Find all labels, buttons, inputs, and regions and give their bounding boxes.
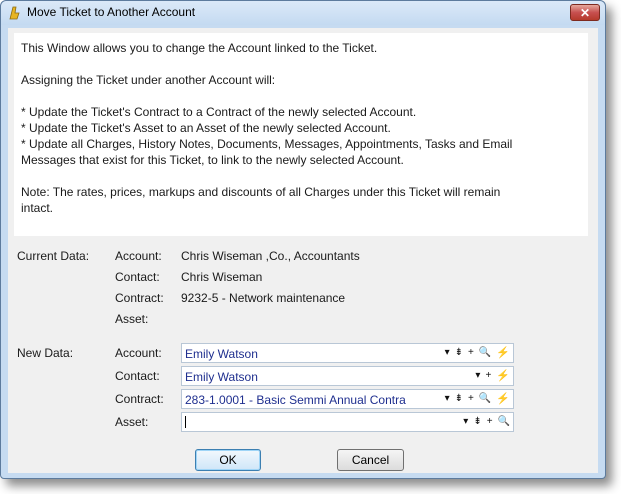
- new-data-label: New Data:: [17, 346, 74, 360]
- info-note-cont: intact.: [21, 201, 54, 215]
- dropdown-icon[interactable]: ▾: [445, 345, 450, 361]
- cancel-button[interactable]: Cancel: [337, 449, 404, 471]
- filter-icon[interactable]: ⇟: [455, 391, 463, 407]
- close-button[interactable]: ✕: [570, 4, 600, 21]
- search-icon[interactable]: 🔍: [479, 345, 491, 361]
- current-asset-label: Asset:: [115, 312, 149, 326]
- dropdown-icon[interactable]: ▾: [463, 414, 468, 430]
- quick-add-icon[interactable]: ⚡: [496, 345, 510, 361]
- dropdown-icon[interactable]: ▾: [475, 368, 480, 384]
- new-contract-value: 283-1.0001 - Basic Semmi Annual Contra: [185, 393, 406, 407]
- title-bar[interactable]: Move Ticket to Another Account ✕: [1, 1, 605, 25]
- close-icon: ✕: [579, 5, 591, 20]
- current-account-label: Account:: [115, 249, 162, 263]
- quick-add-icon[interactable]: ⚡: [496, 391, 510, 407]
- filter-icon[interactable]: ⇟: [455, 345, 463, 361]
- new-contract-label: Contract:: [115, 392, 164, 406]
- info-intro: This Window allows you to change the Acc…: [21, 41, 378, 55]
- current-contract-value: 9232-5 - Network maintenance: [181, 291, 346, 305]
- new-contact-label: Contact:: [115, 369, 160, 383]
- current-contract-label: Contract:: [115, 291, 164, 305]
- add-icon[interactable]: +: [487, 414, 493, 430]
- dropdown-icon[interactable]: ▾: [445, 391, 450, 407]
- new-account-value: Emily Watson: [185, 347, 258, 361]
- current-contact-value: Chris Wiseman: [181, 270, 263, 284]
- info-bullet-contract: * Update the Ticket's Contract to a Cont…: [21, 105, 417, 119]
- current-data-label: Current Data:: [17, 249, 90, 263]
- dialog-window: Move Ticket to Another Account ✕ This Wi…: [0, 0, 606, 479]
- filter-icon[interactable]: ⇟: [473, 414, 481, 430]
- new-contact-combo[interactable]: Emily Watson ▾ + ⚡: [181, 366, 514, 386]
- info-bullet-charges: * Update all Charges, History Notes, Doc…: [21, 137, 513, 151]
- search-icon[interactable]: 🔍: [498, 414, 510, 430]
- new-asset-combo[interactable]: ▾ ⇟ + 🔍: [181, 412, 514, 432]
- ok-button[interactable]: OK: [195, 449, 261, 471]
- text-caret: [185, 416, 186, 428]
- info-bullet-asset: * Update the Ticket's Asset to an Asset …: [21, 121, 391, 135]
- dialog-body: This Window allows you to change the Acc…: [8, 28, 598, 473]
- quick-add-icon[interactable]: ⚡: [496, 368, 510, 384]
- new-account-combo[interactable]: Emily Watson ▾ ⇟ + 🔍 ⚡: [181, 343, 514, 363]
- info-panel: This Window allows you to change the Acc…: [14, 33, 588, 236]
- info-note: Note: The rates, prices, markups and dis…: [21, 185, 501, 199]
- window-title: Move Ticket to Another Account: [27, 5, 196, 19]
- new-contact-value: Emily Watson: [185, 370, 258, 384]
- add-icon[interactable]: +: [485, 368, 491, 384]
- new-asset-label: Asset:: [115, 415, 149, 429]
- current-contact-label: Contact:: [115, 270, 160, 284]
- add-icon[interactable]: +: [468, 391, 474, 407]
- info-assign: Assigning the Ticket under another Accou…: [21, 73, 276, 87]
- info-bullet-charges-cont: Messages that exist for this Ticket, to …: [21, 153, 404, 167]
- search-icon[interactable]: 🔍: [479, 391, 491, 407]
- current-account-value: Chris Wiseman ,Co., Accountants: [181, 249, 360, 263]
- add-icon[interactable]: +: [468, 345, 474, 361]
- app-icon: [9, 6, 20, 20]
- new-contract-combo[interactable]: 283-1.0001 - Basic Semmi Annual Contra ▾…: [181, 389, 514, 409]
- new-account-label: Account:: [115, 346, 162, 360]
